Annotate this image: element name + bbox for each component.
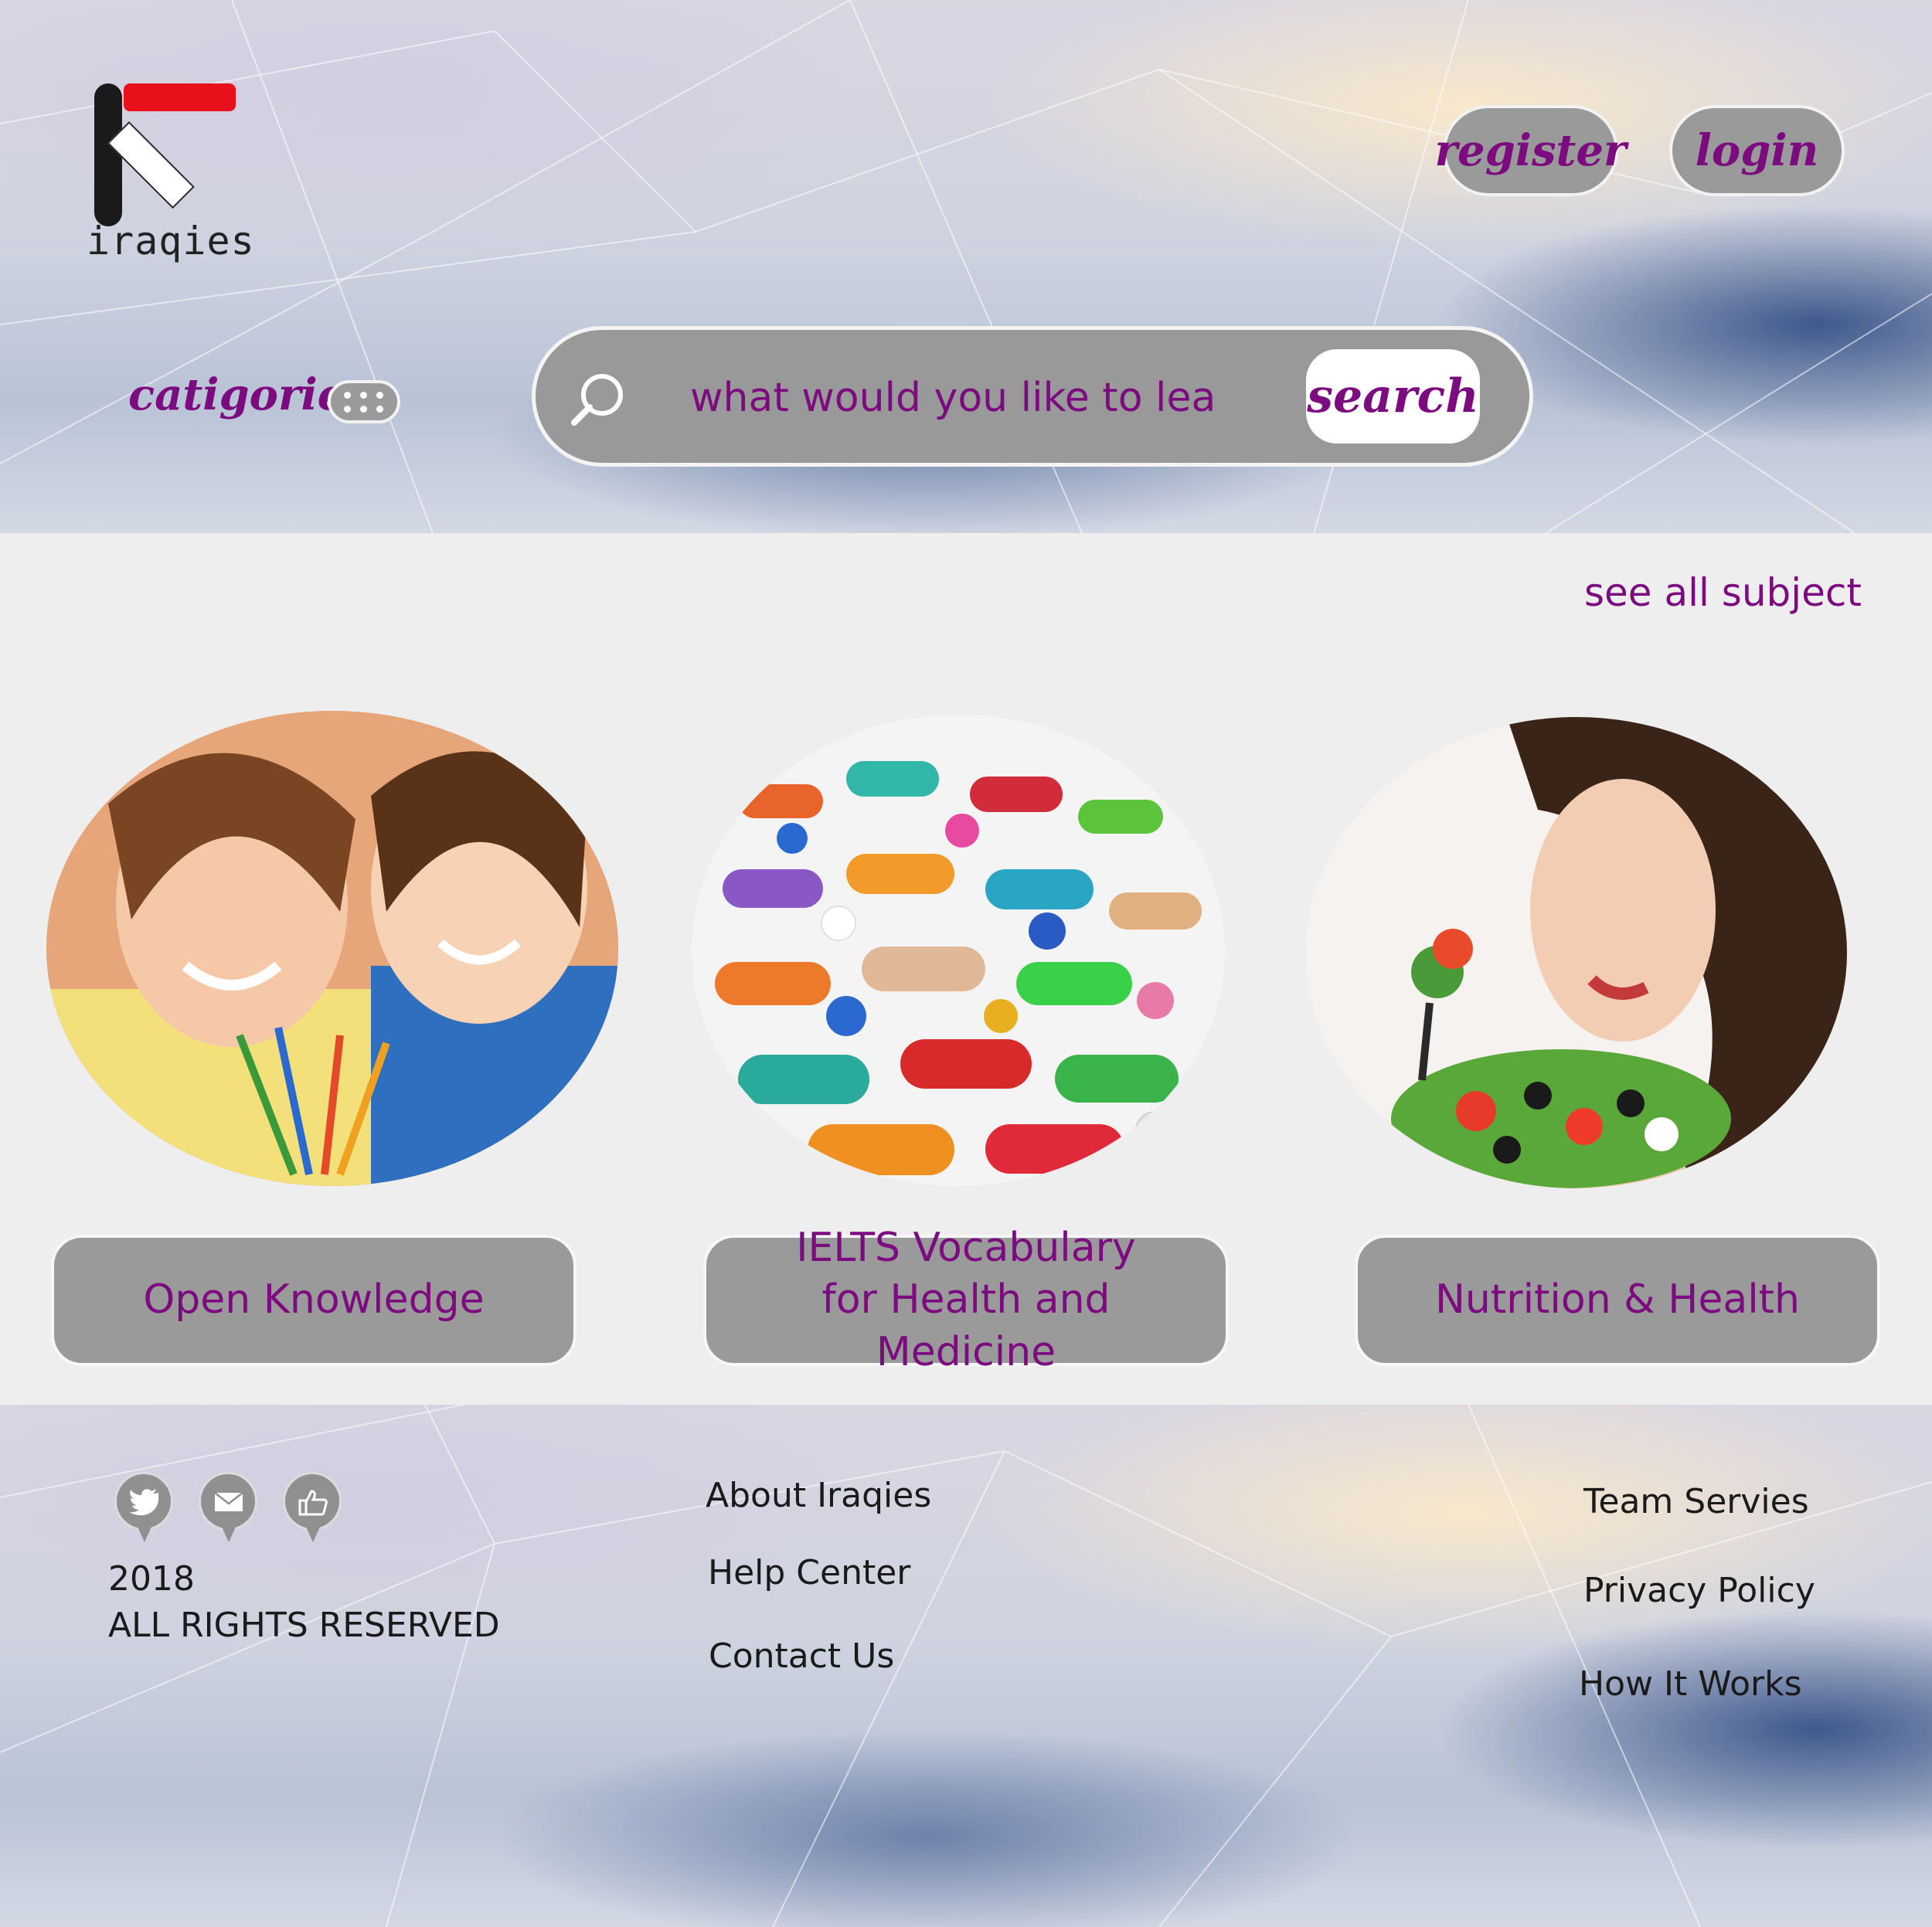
dot-icon	[344, 406, 351, 413]
twitter-bird-glyph	[129, 1489, 159, 1516]
search-icon[interactable]	[566, 369, 628, 430]
search-bar[interactable]: search	[532, 326, 1533, 467]
woman-salad-image[interactable]	[1306, 717, 1847, 1188]
kids-illustration	[46, 711, 618, 1186]
dot-icon	[344, 392, 351, 399]
login-button[interactable]: login	[1669, 105, 1845, 196]
woman-salad-illustration	[1306, 717, 1847, 1188]
like-icon[interactable]	[283, 1472, 342, 1542]
register-button[interactable]: register	[1434, 105, 1627, 196]
envelope-glyph	[214, 1492, 243, 1511]
logo-red-bar	[124, 83, 236, 111]
pills-capsules-image[interactable]	[692, 715, 1225, 1186]
dot-icon	[376, 392, 383, 399]
twitter-icon[interactable]	[114, 1472, 173, 1542]
footer-link-privacy-policy[interactable]: Privacy Policy	[1583, 1571, 1815, 1610]
footer-link-how-it-works[interactable]: How It Works	[1579, 1664, 1802, 1704]
course-card-open-knowledge[interactable]: Open Knowledge	[51, 1235, 577, 1366]
copyright-year: 2018	[108, 1559, 195, 1599]
rights-reserved-text: ALL RIGHTS RESERVED	[108, 1606, 500, 1645]
dot-icon	[360, 406, 367, 413]
categories-menu-button[interactable]	[328, 380, 400, 423]
mail-icon[interactable]	[199, 1472, 257, 1542]
dot-icon	[376, 406, 383, 413]
dot-icon	[360, 392, 367, 399]
pills-illustration	[692, 715, 1225, 1186]
search-button[interactable]: search	[1306, 349, 1480, 444]
course-card-ielts-vocabulary[interactable]: IELTS Vocabulary for Health and Medicine	[703, 1225, 1229, 1375]
logo[interactable]: iraqies	[87, 81, 272, 270]
footer-link-contact[interactable]: Contact Us	[709, 1636, 894, 1676]
course-card-nutrition-health[interactable]: Nutrition & Health	[1355, 1235, 1880, 1366]
thumbs-up-glyph	[298, 1490, 328, 1516]
footer-link-help-center[interactable]: Help Center	[708, 1553, 910, 1592]
logo-black-bar	[94, 83, 122, 226]
see-all-subject-link[interactable]: see all subject	[1584, 570, 1862, 615]
logo-text: iraqies	[87, 219, 255, 263]
header: iraqies register login catigories search	[0, 0, 1932, 533]
footer-link-team-services[interactable]: Team Servies	[1583, 1482, 1809, 1521]
search-input[interactable]	[690, 367, 1216, 429]
footer-link-about[interactable]: About Iraqies	[706, 1476, 931, 1515]
kids-pencils-image[interactable]	[46, 711, 618, 1186]
